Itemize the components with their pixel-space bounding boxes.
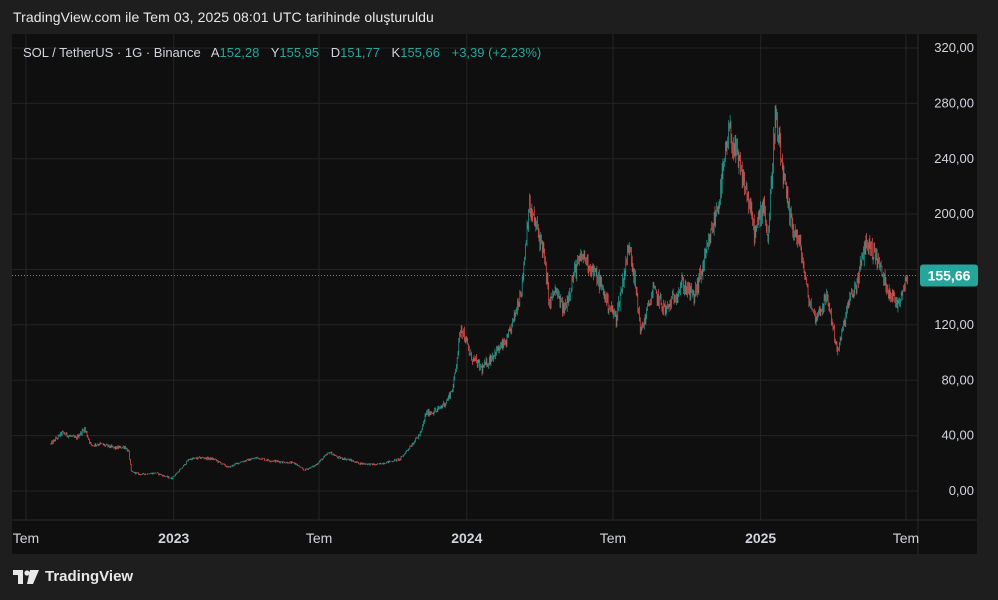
x-tick-label: Tem	[893, 530, 919, 546]
y-tick-label: 200,00	[934, 206, 974, 221]
x-tick-label: 2023	[158, 530, 189, 546]
y-tick-label: 0,00	[949, 483, 974, 498]
x-tick-label: Tem	[600, 530, 626, 546]
ohlc-legend: SOL / TetherUS · 1G · Binance A152,28 Y1…	[23, 45, 541, 60]
current-price-label: 155,66	[928, 268, 971, 284]
x-tick-label: 2025	[745, 530, 776, 546]
close-value: 155,66	[400, 45, 440, 60]
y-tick-label: 120,00	[934, 317, 974, 332]
x-tick-label: 2024	[451, 530, 482, 546]
low-label: D	[330, 45, 341, 60]
change-value: +3,39 (+2,23%)	[451, 45, 542, 60]
x-tick-label: Tem	[306, 530, 332, 546]
y-tick-label: 40,00	[941, 428, 974, 443]
y-tick-label: 320,00	[934, 40, 974, 55]
candles-group	[50, 104, 908, 480]
high-value: 155,95	[279, 45, 320, 60]
tradingview-brand[interactable]: TradingView	[13, 568, 133, 585]
open-label: A	[210, 45, 220, 60]
screenshot-root: TradingView.com ile Tem 03, 2025 08:01 U…	[0, 0, 998, 600]
symbol-label[interactable]: SOL / TetherUS · 1G · Binance	[23, 45, 201, 60]
close-label: K	[391, 45, 401, 60]
brand-name: TradingView	[45, 568, 134, 585]
open-value: 152,28	[219, 45, 260, 60]
tradingview-logo-icon	[13, 569, 39, 584]
y-tick-label: 80,00	[941, 372, 974, 387]
x-tick-label: Tem	[13, 530, 39, 546]
low-value: 151,77	[340, 45, 380, 60]
y-tick-label: 240,00	[934, 151, 974, 166]
y-tick-label: 280,00	[934, 95, 974, 110]
candlestick-chart[interactable]: 320,00280,00240,00200,00160,00120,0080,0…	[0, 0, 998, 600]
